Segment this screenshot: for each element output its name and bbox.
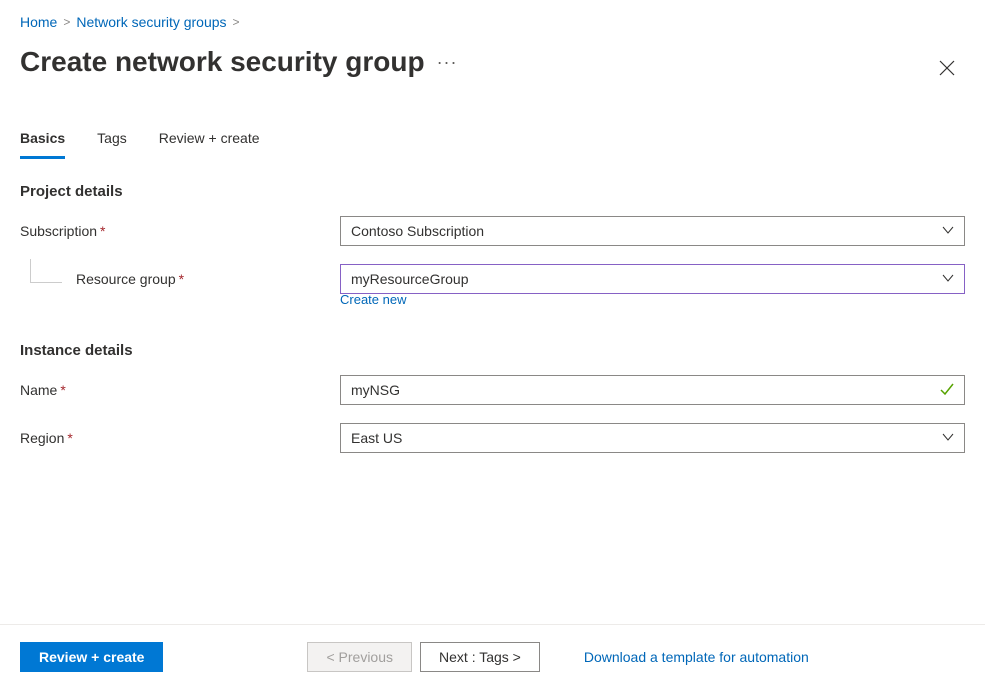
breadcrumb-home[interactable]: Home	[20, 14, 57, 30]
tab-basics[interactable]: Basics	[20, 130, 65, 159]
region-label-text: Region	[20, 430, 64, 446]
required-marker: *	[67, 430, 72, 446]
name-field[interactable]	[340, 375, 965, 405]
chevron-right-icon: >	[63, 15, 70, 29]
breadcrumb-nsg-list[interactable]: Network security groups	[76, 14, 226, 30]
more-icon[interactable]: ···	[437, 52, 458, 73]
name-label: Name *	[20, 382, 340, 398]
close-icon[interactable]	[939, 60, 955, 81]
required-marker: *	[179, 271, 184, 287]
next-button[interactable]: Next : Tags >	[420, 642, 540, 672]
required-marker: *	[100, 223, 105, 239]
tabs: Basics Tags Review + create	[20, 130, 965, 159]
previous-button: < Previous	[307, 642, 412, 672]
region-label: Region *	[20, 430, 340, 446]
name-label-text: Name	[20, 382, 57, 398]
subscription-label: Subscription *	[20, 223, 340, 239]
section-project-details: Project details	[20, 183, 965, 200]
download-template-link[interactable]: Download a template for automation	[584, 649, 809, 665]
page-title-text: Create network security group	[20, 46, 425, 78]
region-select[interactable]	[340, 423, 965, 453]
footer: Review + create < Previous Next : Tags >…	[0, 625, 985, 689]
tab-review-create[interactable]: Review + create	[159, 130, 260, 159]
page-title: Create network security group ···	[20, 46, 965, 78]
subscription-label-text: Subscription	[20, 223, 97, 239]
section-instance-details: Instance details	[20, 342, 965, 359]
create-new-rg-link[interactable]: Create new	[340, 292, 406, 307]
resource-group-label: Resource group *	[20, 271, 340, 287]
tab-tags[interactable]: Tags	[97, 130, 127, 159]
required-marker: *	[60, 382, 65, 398]
resource-group-label-text: Resource group	[76, 271, 176, 287]
tree-line-icon	[30, 259, 62, 283]
review-create-button[interactable]: Review + create	[20, 642, 163, 672]
chevron-right-icon: >	[233, 15, 240, 29]
subscription-select[interactable]	[340, 216, 965, 246]
breadcrumb: Home > Network security groups >	[20, 14, 965, 30]
